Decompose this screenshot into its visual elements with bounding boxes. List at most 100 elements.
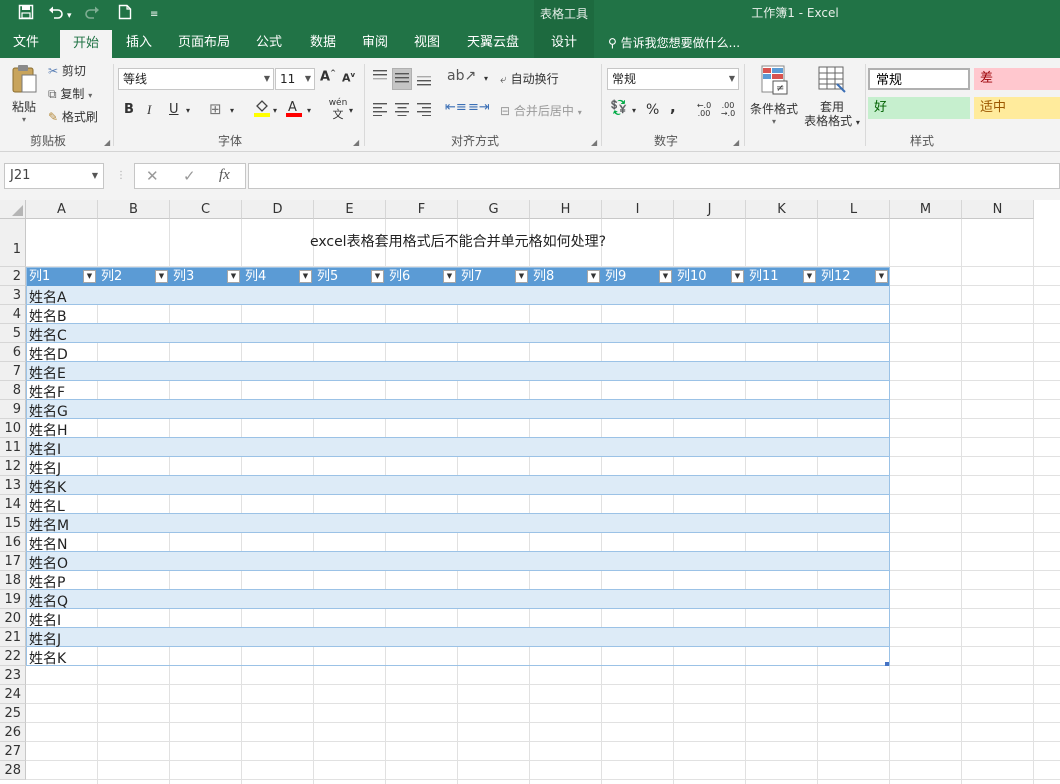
row-header[interactable]: 23 [0,666,26,685]
font-name-select[interactable]: 等线 ▼ [118,68,274,90]
column-header[interactable]: G [458,200,530,219]
row-header[interactable]: 19 [0,590,26,609]
shrink-font-button[interactable]: Av [342,71,355,85]
tab-formulas[interactable]: 公式 [248,28,290,58]
row-header[interactable]: 18 [0,571,26,590]
border-icon[interactable]: ⊞ [209,100,222,118]
new-doc-icon[interactable] [118,4,132,24]
tab-view[interactable]: 视图 [406,28,448,58]
clipboard-launcher-icon[interactable]: ◢ [104,138,110,147]
increase-decimal-button[interactable]: ←.0 .00 [694,102,714,118]
paste-button[interactable]: 粘贴 ▾ [8,64,40,128]
style-normal[interactable]: 常规 [868,68,970,90]
name-box[interactable]: J21 ▼ [4,163,104,189]
row-header[interactable]: 9 [0,400,26,419]
font-color-dropdown-icon[interactable]: ▾ [307,106,311,115]
tab-page-layout[interactable]: 页面布局 [172,28,236,58]
insert-function-icon[interactable]: fx [219,167,230,184]
decrease-indent-icon[interactable]: ⇤≡ [445,100,467,115]
wrap-text-button[interactable]: ⤶ 自动换行 [500,70,559,87]
save-icon[interactable] [18,4,34,24]
tab-insert[interactable]: 插入 [118,28,160,58]
fill-color-icon[interactable] [252,98,272,120]
font-launcher-icon[interactable]: ◢ [353,138,359,147]
tell-me-box[interactable]: ⚲ 告诉我您想要做什么... [608,28,740,58]
font-color-icon[interactable]: A [284,98,304,120]
column-header[interactable]: I [602,200,674,219]
undo-dropdown-icon[interactable]: ▾ [67,7,72,25]
row-header[interactable]: 16 [0,533,26,552]
copy-dropdown-icon[interactable]: ▾ [88,91,92,100]
orientation-dropdown-icon[interactable]: ▾ [484,74,488,83]
column-header[interactable]: L [818,200,890,219]
row-header[interactable]: 11 [0,438,26,457]
row-header[interactable]: 25 [0,704,26,723]
worksheet-grid[interactable]: ABCDEFGHIJKLMN 1 2 3 4 5 6 7 8 9 10 11 12 13 14 15 16 17… [0,200,1060,784]
style-bad[interactable]: 差 [974,68,1060,90]
row-header[interactable]: 21 [0,628,26,647]
formula-input[interactable] [248,163,1060,189]
column-header[interactable]: K [746,200,818,219]
column-header[interactable]: H [530,200,602,219]
tab-design[interactable]: 设计 [534,28,594,58]
row-header[interactable]: 5 [0,324,26,343]
column-header[interactable]: J [674,200,746,219]
row-header[interactable]: 10 [0,419,26,438]
comma-button[interactable]: , [670,98,676,116]
style-good[interactable]: 好 [868,97,970,119]
tab-tianyi-cloud[interactable]: 天翼云盘 [460,28,526,58]
row-header[interactable]: 13 [0,476,26,495]
row-header[interactable]: 15 [0,514,26,533]
row-header[interactable]: 22 [0,647,26,666]
row-header[interactable]: 24 [0,685,26,704]
underline-button[interactable]: U [169,102,179,117]
format-painter-button[interactable]: ✎ 格式刷 [48,108,98,125]
row-header[interactable]: 28 [0,761,26,780]
conditional-format-button[interactable]: ≠ 条件格式 ▾ [748,64,800,126]
tab-review[interactable]: 审阅 [354,28,396,58]
copy-button[interactable]: ⧉ 复制 ▾ [48,85,92,102]
cut-button[interactable]: ✂ 剪切 [48,62,86,79]
currency-icon[interactable]: 💱 [610,100,627,116]
undo-icon[interactable] [48,4,64,24]
border-dropdown-icon[interactable]: ▾ [230,106,234,115]
row-header[interactable]: 7 [0,362,26,381]
fill-dropdown-icon[interactable]: ▾ [273,106,277,115]
increase-indent-icon[interactable]: ≡⇥ [468,100,490,115]
row-header[interactable]: 12 [0,457,26,476]
number-format-select[interactable]: 常规 ▼ [607,68,739,90]
currency-dropdown-icon[interactable]: ▾ [632,106,636,115]
orientation-icon[interactable]: ab↗ [447,68,476,84]
row-header[interactable]: 17 [0,552,26,571]
grow-font-button[interactable]: A^ [320,69,336,84]
italic-button[interactable]: I [147,102,151,118]
column-header[interactable]: F [386,200,458,219]
tab-data[interactable]: 数据 [302,28,344,58]
number-launcher-icon[interactable]: ◢ [733,138,739,147]
row-header[interactable]: 27 [0,742,26,761]
tab-home[interactable]: 开始 [60,30,112,58]
row-header[interactable]: 26 [0,723,26,742]
format-as-table-button[interactable]: 套用 表格格式 ▾ [800,64,864,130]
row-header[interactable]: 4 [0,305,26,324]
row-header[interactable]: 6 [0,343,26,362]
tab-file[interactable]: 文件 [4,28,48,58]
column-header[interactable]: C [170,200,242,219]
customize-qa-icon[interactable]: ≡ [150,6,158,24]
style-neutral[interactable]: 适中 [974,97,1060,119]
column-header[interactable]: M [890,200,962,219]
row-header[interactable]: 1 [0,219,26,267]
align-right-icon[interactable] [415,102,433,120]
row-header[interactable]: 8 [0,381,26,400]
merged-title-cell[interactable]: excel表格套用格式后不能合并单元格如何处理? [26,231,890,251]
underline-dropdown-icon[interactable]: ▾ [186,106,190,115]
align-top-icon[interactable] [371,68,389,88]
align-middle-icon[interactable] [392,68,412,90]
column-header[interactable]: N [962,200,1034,219]
bold-button[interactable]: B [124,102,134,117]
decrease-decimal-button[interactable]: .00 →.0 [718,102,738,118]
alignment-launcher-icon[interactable]: ◢ [591,138,597,147]
percent-button[interactable]: % [646,102,659,118]
align-bottom-icon[interactable] [415,70,433,90]
column-header[interactable]: E [314,200,386,219]
